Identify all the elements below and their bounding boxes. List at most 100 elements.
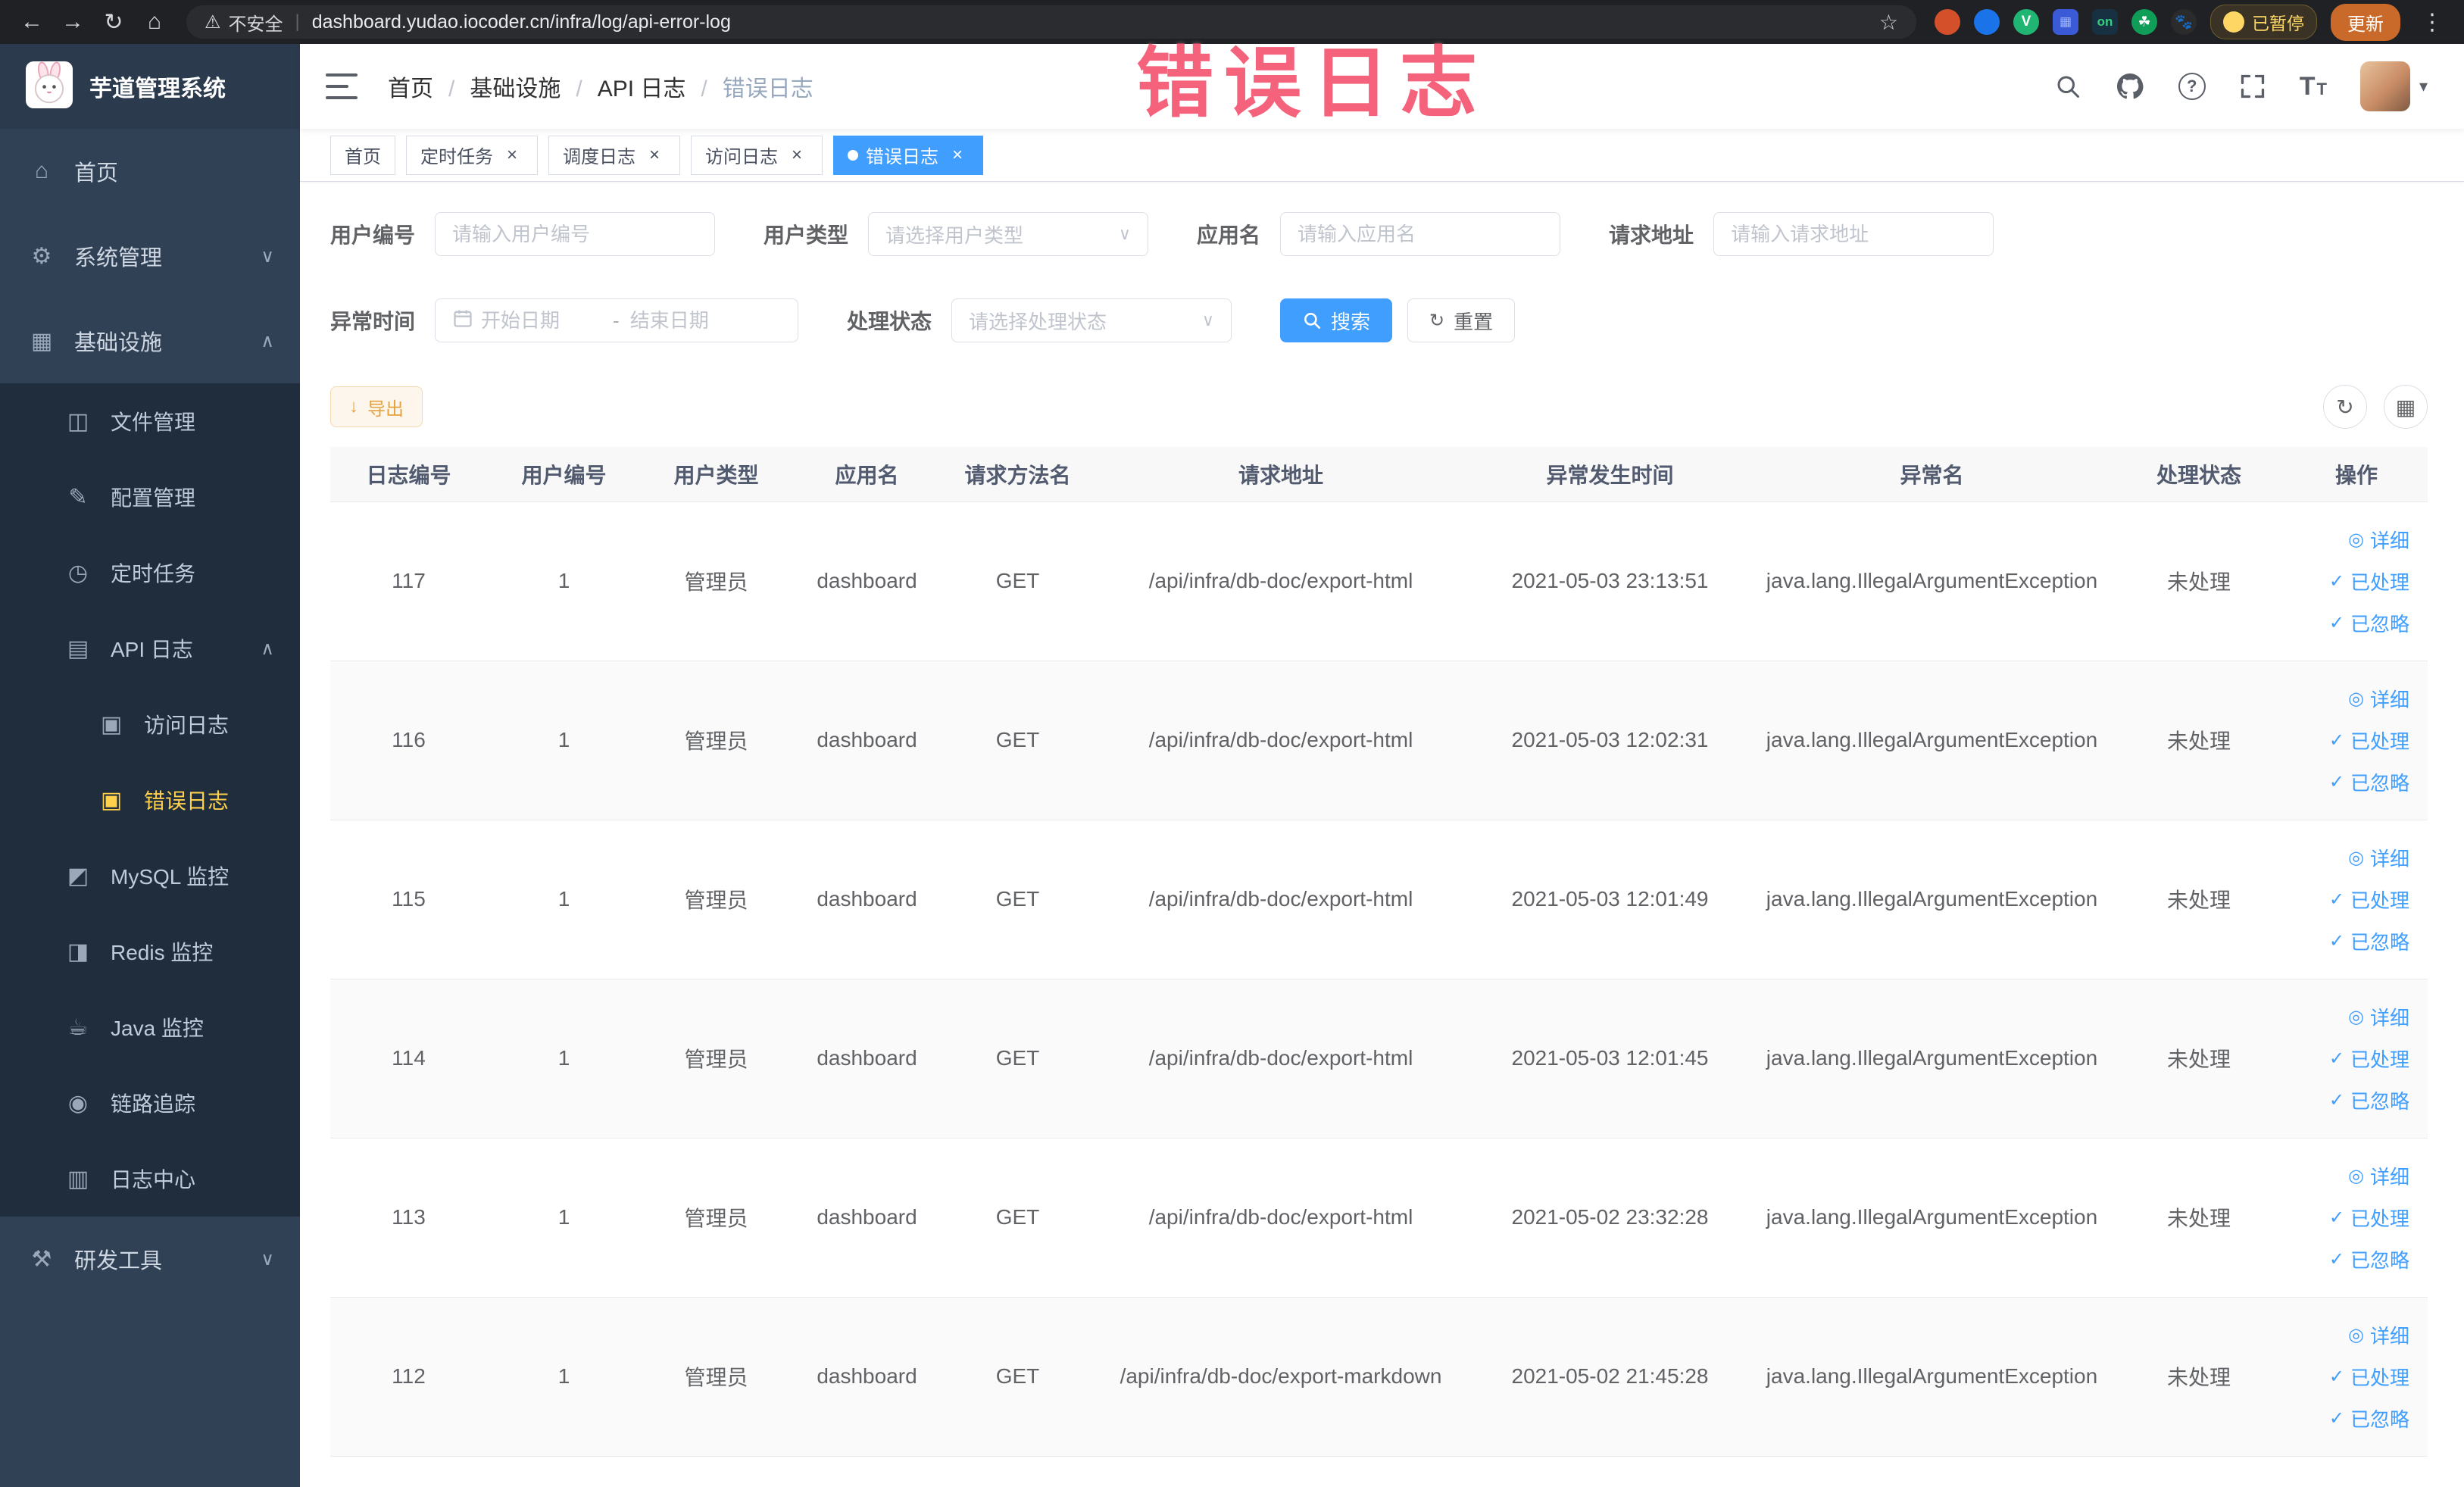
breadcrumb-infra[interactable]: 基础设施 [470,70,597,103]
document-icon [64,636,92,662]
sidebar-item-trace[interactable]: 链路追踪 [0,1065,300,1141]
close-icon[interactable] [946,144,969,167]
ignored-link[interactable]: 已忽略 [2329,1086,2409,1114]
tools-icon [27,1246,56,1273]
detail-link[interactable]: 详细 [2348,526,2409,554]
processed-link[interactable]: 已处理 [2329,886,2409,914]
processed-link[interactable]: 已处理 [2329,567,2409,595]
export-button[interactable]: 导出 [330,386,423,427]
search-icon[interactable] [2054,73,2081,100]
tab-home[interactable]: 首页 [330,135,395,175]
browser-reload-icon[interactable] [95,4,132,40]
table-refresh-button[interactable] [2323,385,2367,429]
detail-link[interactable]: 详细 [2348,1003,2409,1031]
sidebar-item-api-log[interactable]: API 日志 [0,611,300,686]
search-button[interactable]: 搜索 [1280,298,1393,342]
browser-menu-icon[interactable] [2414,4,2450,40]
process-status-select[interactable]: 请选择处理状态 [951,298,1232,342]
tab-access-log[interactable]: 访问日志 [691,135,823,175]
cell-exception: java.lang.IllegalArgumentException [1751,1297,2113,1457]
sidebar-item-label: Java 监控 [111,1017,204,1040]
column-settings-button[interactable] [2384,385,2428,429]
sidebar-item-home[interactable]: 首页 [0,129,300,214]
cell-user-id: 1 [487,661,641,820]
bookmark-star-icon[interactable] [1879,10,1898,35]
ignored-link[interactable]: 已忽略 [2329,1404,2409,1432]
user-type-select[interactable]: 请选择用户类型 [868,212,1149,256]
download-icon [349,396,358,417]
extension-icon-orange[interactable] [1935,9,1960,35]
sidebar-item-error-log[interactable]: 错误日志 [0,762,300,838]
detail-link[interactable]: 详细 [2348,1162,2409,1190]
request-url-input[interactable] [1731,222,1977,246]
browser-forward-icon[interactable] [55,4,91,40]
extension-icon-on-badge[interactable]: on [2092,9,2118,35]
sidebar-item-infra[interactable]: 基础设施 [0,298,300,383]
github-icon[interactable] [2115,71,2145,102]
tab-error-log[interactable]: 错误日志 [833,135,983,175]
date-end-input[interactable] [629,308,751,333]
close-icon[interactable] [785,144,808,167]
extension-icon-paw[interactable]: 🐾 [2171,9,2197,35]
sidebar-item-dev-tools[interactable]: 研发工具 [0,1217,300,1301]
cell-log-id: 112 [330,1297,487,1457]
extension-icon-leaf[interactable]: ☘ [2131,9,2157,35]
sidebar-item-scheduled-jobs[interactable]: 定时任务 [0,535,300,611]
page-url[interactable]: dashboard.yudao.iocoder.cn/infra/log/api… [312,11,731,33]
user-id-input[interactable] [452,222,698,246]
refresh-icon [1429,310,1444,332]
date-range-picker[interactable]: - [435,298,799,342]
page-content: 用户编号 用户类型 请选择用户类型 应用名 [300,182,2464,1487]
extension-icon-grid[interactable]: ▦ [2053,9,2078,35]
breadcrumb-api-log[interactable]: API 日志 [598,70,723,103]
processed-link[interactable]: 已处理 [2329,1363,2409,1391]
help-icon[interactable] [2178,73,2206,100]
check-icon [2329,1207,2344,1229]
extension-icon-blue-drop[interactable] [1974,9,2000,35]
browser-home-icon[interactable] [136,4,173,40]
app-logo[interactable]: 芋道管理系统 [0,44,300,129]
breadcrumb-home[interactable]: 首页 [388,70,470,103]
sidebar-item-access-log[interactable]: 访问日志 [0,686,300,762]
sidebar-item-config-manage[interactable]: 配置管理 [0,459,300,535]
sidebar-item-java-monitor[interactable]: Java 监控 [0,989,300,1065]
ignored-link[interactable]: 已忽略 [2329,1245,2409,1273]
detail-link[interactable]: 详细 [2348,685,2409,713]
profile-paused-chip[interactable]: 已暂停 [2210,5,2317,39]
detail-link[interactable]: 详细 [2348,844,2409,872]
close-icon[interactable] [643,144,666,167]
ignored-link[interactable]: 已忽略 [2329,768,2409,796]
date-start-input[interactable] [481,308,603,333]
processed-link[interactable]: 已处理 [2329,1204,2409,1232]
close-icon[interactable] [501,144,523,167]
chevron-up-icon [261,330,274,352]
ignored-link[interactable]: 已忽略 [2329,927,2409,955]
cell-method: GET [942,1138,1093,1298]
hamburger-icon[interactable] [326,73,358,99]
sidebar-item-log-center[interactable]: 日志中心 [0,1141,300,1217]
address-bar[interactable]: 不安全 | dashboard.yudao.iocoder.cn/infra/l… [186,5,1916,39]
sidebar-item-mysql-monitor[interactable]: MySQL 监控 [0,838,300,914]
site-security-warning[interactable]: 不安全 [205,9,283,36]
tab-scheduled-jobs[interactable]: 定时任务 [406,135,538,175]
browser-update-button[interactable]: 更新 [2331,3,2400,41]
sidebar-item-redis-monitor[interactable]: Redis 监控 [0,914,300,989]
col-user-type: 用户类型 [641,447,792,502]
browser-back-icon[interactable] [14,4,50,40]
fullscreen-icon[interactable] [2239,73,2266,100]
tab-schedule-log[interactable]: 调度日志 [548,135,680,175]
calendar-icon [452,308,473,334]
extension-icon-green-v[interactable]: V [2013,9,2039,35]
processed-link[interactable]: 已处理 [2329,726,2409,754]
reset-button[interactable]: 重置 [1407,298,1516,342]
user-menu[interactable] [2359,61,2428,111]
sidebar-item-label: API 日志 [111,638,193,661]
processed-link[interactable]: 已处理 [2329,1045,2409,1073]
sidebar-item-system[interactable]: 系统管理 [0,214,300,298]
sidebar-item-file-manage[interactable]: 文件管理 [0,383,300,459]
ignored-link[interactable]: 已忽略 [2329,609,2409,637]
app-name-input[interactable] [1298,222,1544,246]
table-row: 115 1 管理员 dashboard GET /api/infra/db-do… [330,820,2428,979]
detail-link[interactable]: 详细 [2348,1321,2409,1349]
font-size-icon[interactable] [2300,73,2327,99]
